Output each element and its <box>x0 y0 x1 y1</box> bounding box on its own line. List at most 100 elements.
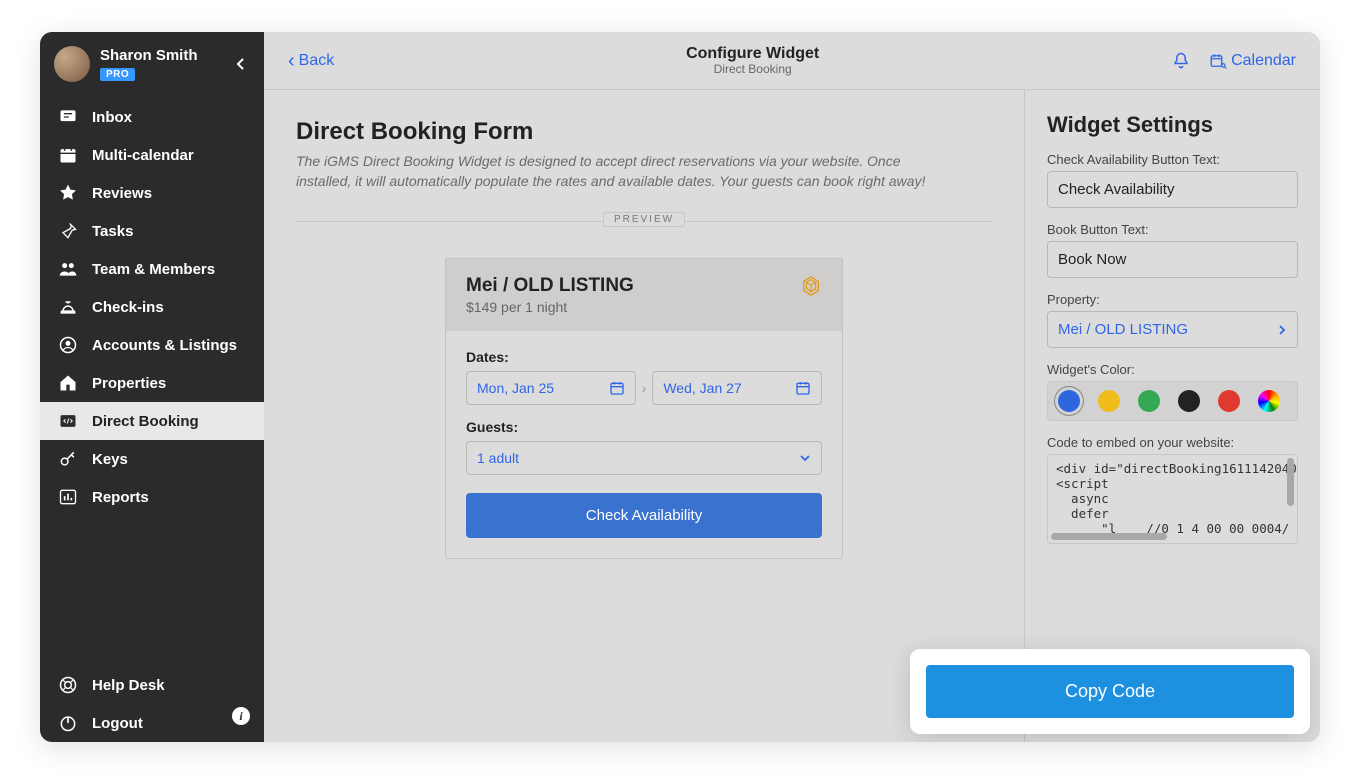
check-button-text-label: Check Availability Button Text: <box>1047 152 1298 167</box>
check-availability-button[interactable]: Check Availability <box>466 493 822 538</box>
home-icon <box>58 373 78 393</box>
lifebuoy-icon <box>58 675 78 695</box>
calendar-search-icon <box>1209 52 1227 70</box>
chevron-left-icon <box>236 57 246 71</box>
book-button-text-input[interactable] <box>1047 241 1298 278</box>
sidebar-item-checkins[interactable]: Check-ins <box>40 288 264 326</box>
calendar-icon <box>609 380 625 396</box>
color-label: Widget's Color: <box>1047 362 1298 377</box>
calendar-label: Calendar <box>1231 52 1296 70</box>
scrollbar-vertical[interactable] <box>1287 458 1294 506</box>
about-info-button[interactable]: i <box>232 707 250 725</box>
sidebar-item-label: Keys <box>92 451 128 468</box>
people-icon <box>58 259 78 279</box>
date-range-arrow-icon: › <box>642 380 647 396</box>
widget-listing-title: Mei / OLD LISTING <box>466 275 634 297</box>
avatar[interactable] <box>54 46 90 82</box>
sidebar-item-label: Multi-calendar <box>92 147 194 164</box>
sidebar-item-label: Properties <box>92 375 166 392</box>
user-circle-icon <box>58 335 78 355</box>
end-date-value: Wed, Jan 27 <box>663 380 741 396</box>
copy-code-button[interactable]: Copy Code <box>926 665 1294 718</box>
guests-select[interactable]: 1 adult <box>466 441 822 475</box>
sidebar-item-accounts[interactable]: Accounts & Listings <box>40 326 264 364</box>
widget-price: $149 per 1 night <box>466 299 634 315</box>
property-select[interactable]: Mei / OLD LISTING <box>1047 311 1298 348</box>
notifications-button[interactable] <box>1171 51 1191 71</box>
calendar-icon <box>795 380 811 396</box>
sidebar-item-team[interactable]: Team & Members <box>40 250 264 288</box>
check-button-text-input[interactable] <box>1047 171 1298 208</box>
embed-code-box[interactable]: <div id="directBooking1611142040421" <sc… <box>1047 454 1298 544</box>
sidebar-item-label: Team & Members <box>92 261 215 278</box>
sidebar: Sharon Smith PRO Inbox Multi-calendar Revi… <box>40 32 264 742</box>
code-box-icon <box>58 411 78 431</box>
scrollbar-horizontal[interactable] <box>1051 533 1167 540</box>
code-label: Code to embed on your website: <box>1047 435 1298 450</box>
color-swatch-4[interactable] <box>1218 390 1240 412</box>
content-main: Direct Booking Form The iGMS Direct Book… <box>264 90 1024 742</box>
copy-code-card: Copy Code <box>910 649 1310 734</box>
topbar-title: Configure Widget <box>334 45 1171 63</box>
app-window: Sharon Smith PRO Inbox Multi-calendar Revi… <box>40 32 1320 742</box>
book-button-text-label: Book Button Text: <box>1047 222 1298 237</box>
sidebar-item-label: Check-ins <box>92 299 164 316</box>
profile-section: Sharon Smith PRO <box>40 32 264 92</box>
calendar-icon <box>58 145 78 165</box>
sidebar-item-tasks[interactable]: Tasks <box>40 212 264 250</box>
widget-header: Mei / OLD LISTING $149 per 1 night <box>446 259 842 331</box>
topbar: ‹ Back Configure Widget Direct Booking C… <box>264 32 1320 90</box>
sidebar-item-direct-booking[interactable]: Direct Booking <box>40 402 264 440</box>
power-icon <box>58 713 78 733</box>
sidebar-item-helpdesk[interactable]: Help Desk <box>40 666 264 704</box>
page-title: Direct Booking Form <box>296 118 992 146</box>
color-swatch-5[interactable] <box>1258 390 1280 412</box>
sidebar-item-multi-calendar[interactable]: Multi-calendar <box>40 136 264 174</box>
color-swatch-0[interactable] <box>1058 390 1080 412</box>
sidebar-item-label: Reviews <box>92 185 152 202</box>
bell-icon <box>1171 51 1191 71</box>
main-area: ‹ Back Configure Widget Direct Booking C… <box>264 32 1320 742</box>
color-swatch-3[interactable] <box>1178 390 1200 412</box>
broom-icon <box>58 221 78 241</box>
sidebar-item-label: Accounts & Listings <box>92 337 237 354</box>
brand-hex-icon <box>800 275 822 297</box>
pro-badge: PRO <box>100 68 135 81</box>
topbar-subtitle: Direct Booking <box>334 62 1171 76</box>
sidebar-item-properties[interactable]: Properties <box>40 364 264 402</box>
sidebar-item-label: Logout <box>92 715 143 732</box>
sidebar-item-label: Tasks <box>92 223 133 240</box>
sidebar-item-logout[interactable]: Logout <box>40 704 264 742</box>
preview-label: PREVIEW <box>603 212 685 227</box>
sidebar-collapse-button[interactable] <box>232 53 250 75</box>
back-button[interactable]: ‹ Back <box>288 51 334 71</box>
star-icon <box>58 183 78 203</box>
settings-title: Widget Settings <box>1047 112 1298 138</box>
content: Direct Booking Form The iGMS Direct Book… <box>264 90 1320 742</box>
color-picker <box>1047 381 1298 421</box>
guests-label: Guests: <box>466 419 822 435</box>
bar-chart-icon <box>58 487 78 507</box>
sidebar-item-label: Inbox <box>92 109 132 126</box>
embed-code-text: <div id="directBooking1611142040421" <sc… <box>1056 461 1298 536</box>
sidebar-item-label: Direct Booking <box>92 413 199 430</box>
property-value: Mei / OLD LISTING <box>1058 321 1188 338</box>
profile-name: Sharon Smith <box>100 47 198 64</box>
sidebar-item-reports[interactable]: Reports <box>40 478 264 516</box>
end-date-input[interactable]: Wed, Jan 27 <box>652 371 822 405</box>
bell-desk-icon <box>58 297 78 317</box>
start-date-input[interactable]: Mon, Jan 25 <box>466 371 636 405</box>
color-swatch-1[interactable] <box>1098 390 1120 412</box>
chevron-right-icon <box>1277 324 1287 336</box>
chat-icon <box>58 107 78 127</box>
sidebar-item-inbox[interactable]: Inbox <box>40 98 264 136</box>
calendar-button[interactable]: Calendar <box>1209 52 1296 70</box>
color-swatch-2[interactable] <box>1138 390 1160 412</box>
sidebar-item-label: Help Desk <box>92 677 165 694</box>
property-label: Property: <box>1047 292 1298 307</box>
sidebar-item-keys[interactable]: Keys <box>40 440 264 478</box>
preview-divider: PREVIEW <box>296 221 992 222</box>
sidebar-item-reviews[interactable]: Reviews <box>40 174 264 212</box>
dates-label: Dates: <box>466 349 822 365</box>
start-date-value: Mon, Jan 25 <box>477 380 554 396</box>
